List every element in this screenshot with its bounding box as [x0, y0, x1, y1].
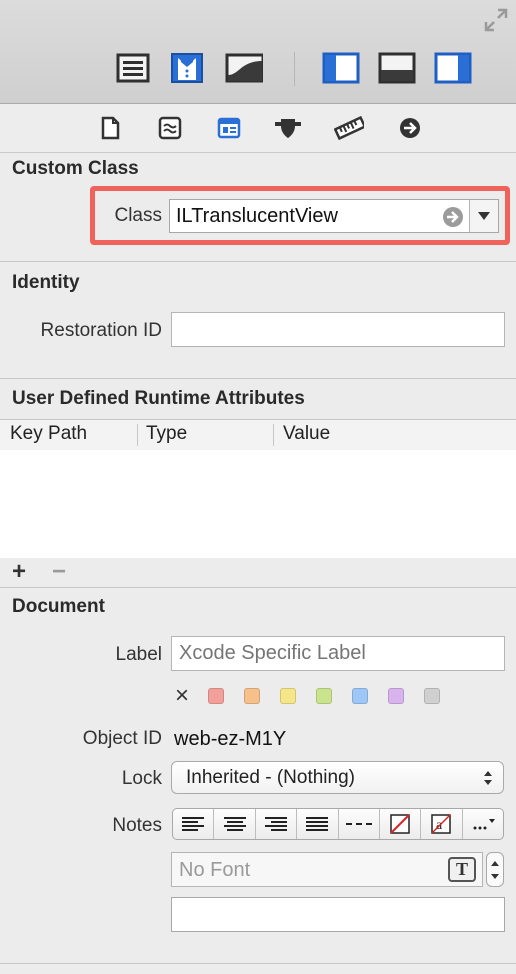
no-color-icon: [390, 814, 410, 834]
class-combo-box[interactable]: ILTranslucentView: [169, 199, 499, 233]
text-color-icon: a: [431, 814, 452, 834]
object-id-value: web-ez-M1Y: [174, 728, 287, 750]
clear-color-button[interactable]: ×: [175, 682, 189, 710]
remove-attribute-button[interactable]: −: [52, 558, 66, 586]
color-swatch[interactable]: [424, 688, 440, 704]
curve-icon: [225, 53, 263, 83]
tab-attributes-inspector[interactable]: [273, 114, 303, 142]
align-left-button[interactable]: [173, 809, 215, 839]
tab-identity-inspector[interactable]: [214, 114, 244, 142]
more-options-button[interactable]: [463, 809, 503, 839]
file-icon: [101, 116, 120, 140]
arrow-circle-icon: [400, 118, 420, 138]
font-picker-button[interactable]: T: [448, 857, 476, 882]
tab-file-inspector[interactable]: [95, 114, 125, 142]
class-value[interactable]: ILTranslucentView: [176, 205, 338, 228]
inspector-toolbar: [0, 0, 516, 104]
tuxedo-button[interactable]: [168, 50, 206, 86]
curve-button[interactable]: [225, 50, 263, 86]
udra-table-header: Key Path Type Value: [0, 419, 516, 451]
align-left-icon: [182, 817, 205, 831]
notes-label: Notes: [112, 815, 162, 836]
toolbar-divider: [294, 52, 295, 86]
separator: [0, 587, 516, 588]
color-swatch[interactable]: [244, 688, 260, 704]
udra-table-body[interactable]: [0, 450, 516, 558]
color-swatch[interactable]: [316, 688, 332, 704]
column-divider: [273, 424, 274, 446]
separator: [0, 378, 516, 379]
no-color-button[interactable]: [380, 809, 422, 839]
notes-format-toolbar: a: [172, 808, 504, 840]
font-value: No Font: [179, 859, 251, 881]
inspector-tab-bar: [0, 104, 516, 153]
label-field[interactable]: [171, 636, 505, 671]
justify-button[interactable]: [297, 809, 339, 839]
tab-quick-help[interactable]: [155, 114, 185, 142]
justify-icon: [306, 817, 329, 831]
class-navigate-icon[interactable]: [442, 206, 464, 228]
add-attribute-button[interactable]: +: [12, 558, 26, 586]
section-title-document: Document: [12, 596, 105, 617]
separator: [0, 963, 516, 964]
column-type[interactable]: Type: [146, 423, 187, 445]
align-right-button[interactable]: [256, 809, 298, 839]
font-t-icon: T: [455, 859, 468, 879]
font-size-stepper[interactable]: [486, 852, 504, 887]
ruler-icon: [334, 116, 364, 140]
quick-help-icon: [158, 116, 182, 140]
up-down-arrows-icon: [484, 771, 492, 785]
expand-icon[interactable]: [482, 6, 510, 34]
color-swatch[interactable]: [208, 688, 224, 704]
bottom-panel-button[interactable]: [378, 50, 416, 86]
font-field[interactable]: No Font T: [171, 852, 483, 887]
color-swatch[interactable]: [280, 688, 296, 704]
column-key-path[interactable]: Key Path: [10, 423, 87, 445]
left-panel-icon: [322, 52, 360, 84]
class-label: Class: [114, 205, 162, 226]
separator: [0, 261, 516, 262]
text-color-button[interactable]: a: [421, 809, 463, 839]
notes-text-area[interactable]: [171, 897, 505, 932]
left-panel-button[interactable]: [322, 50, 360, 86]
list-view-button[interactable]: [114, 50, 152, 86]
tab-connections-inspector[interactable]: [395, 114, 425, 142]
up-down-arrows-icon: [491, 861, 499, 879]
restoration-id-label: Restoration ID: [40, 320, 162, 341]
align-center-button[interactable]: [214, 809, 256, 839]
list-view-icon: [116, 53, 150, 83]
right-panel-icon: [434, 52, 472, 84]
tab-size-inspector[interactable]: [334, 114, 364, 142]
label-label: Label: [115, 644, 163, 665]
section-title-identity: Identity: [12, 272, 80, 293]
column-value[interactable]: Value: [283, 423, 330, 445]
class-dropdown-button[interactable]: [469, 200, 498, 232]
lock-label: Lock: [121, 768, 162, 789]
dashed-line-icon: [345, 823, 372, 825]
triangle-down-icon: [478, 212, 490, 220]
lock-popup-button[interactable]: Inherited - (Nothing): [171, 761, 504, 794]
ellipsis-dropdown-icon: [473, 819, 495, 830]
align-right-icon: [264, 817, 287, 831]
natural-align-button[interactable]: [339, 809, 380, 839]
object-id-label: Object ID: [82, 728, 162, 749]
restoration-id-field[interactable]: [171, 312, 505, 347]
column-divider: [137, 424, 138, 446]
color-swatch[interactable]: [352, 688, 368, 704]
right-panel-button[interactable]: [434, 50, 472, 86]
align-center-icon: [223, 817, 246, 831]
shield-icon: [275, 119, 301, 138]
section-title-custom-class: Custom Class: [12, 158, 139, 179]
section-title-udra: User Defined Runtime Attributes: [12, 388, 305, 409]
color-swatch[interactable]: [388, 688, 404, 704]
bottom-panel-icon: [378, 52, 416, 84]
lock-value: Inherited - (Nothing): [186, 767, 355, 788]
identity-inspector-icon: [217, 117, 241, 139]
tuxedo-icon: [171, 53, 203, 83]
